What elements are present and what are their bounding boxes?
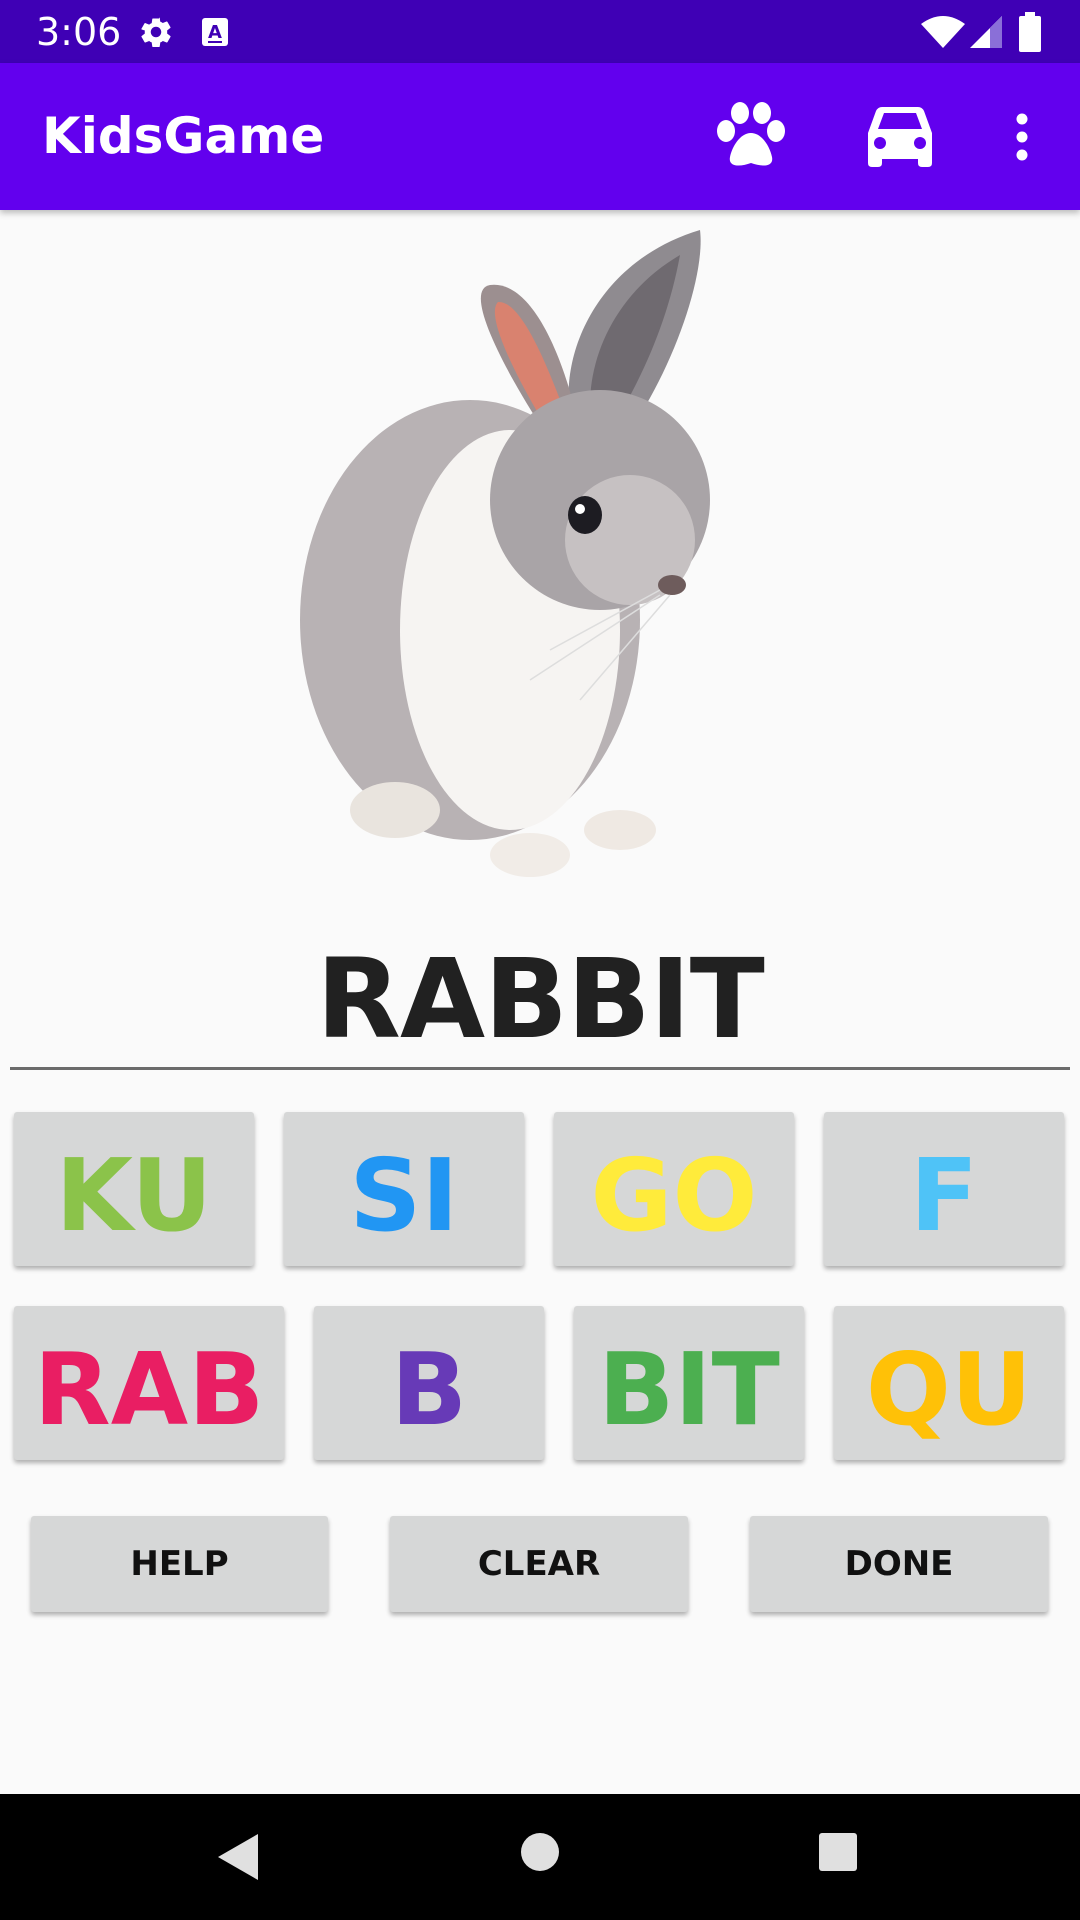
app-bar: KidsGame: [0, 63, 1080, 210]
home-icon[interactable]: [520, 1832, 560, 1872]
rabbit-image: [300, 230, 710, 877]
syllable-tile-label: RAB: [33, 1331, 265, 1448]
syllable-tile[interactable]: GO: [554, 1112, 794, 1266]
syllable-tile-label: KU: [55, 1137, 213, 1254]
syllable-tile-label: F: [909, 1137, 979, 1254]
navigation-bar: [0, 1794, 1080, 1920]
app-title: KidsGame: [42, 107, 325, 165]
help-button[interactable]: HELP: [31, 1516, 328, 1612]
syllable-tile-label: GO: [590, 1137, 758, 1254]
more-vert-icon[interactable]: [1012, 113, 1032, 161]
target-word: RABBIT: [316, 935, 764, 1063]
wifi-icon: [921, 16, 965, 48]
keyboard-a-icon: A: [202, 18, 228, 46]
syllable-tile[interactable]: B: [314, 1306, 544, 1460]
syllable-tile-label: BIT: [598, 1331, 780, 1448]
syllable-tile-label: QU: [865, 1331, 1033, 1448]
syllable-tile[interactable]: SI: [284, 1112, 524, 1266]
syllable-tile[interactable]: F: [824, 1112, 1064, 1266]
syllable-tile-label: SI: [349, 1137, 459, 1254]
status-time: 3:06: [36, 10, 122, 54]
syllable-tile[interactable]: QU: [834, 1306, 1064, 1460]
clear-button[interactable]: CLEAR: [390, 1516, 688, 1612]
syllable-tile[interactable]: RAB: [14, 1306, 284, 1460]
paw-icon[interactable]: [714, 101, 788, 171]
signal-icon: [970, 16, 1002, 48]
syllable-tile[interactable]: KU: [14, 1112, 254, 1266]
answer-divider: [10, 1067, 1070, 1070]
svg-text:A: A: [208, 22, 222, 43]
recents-icon[interactable]: [818, 1832, 858, 1872]
car-icon[interactable]: [866, 107, 934, 167]
done-button[interactable]: DONE: [750, 1516, 1048, 1612]
status-bar: 3:06 A: [0, 0, 1080, 63]
syllable-tile[interactable]: BIT: [574, 1306, 804, 1460]
back-icon[interactable]: [216, 1832, 260, 1882]
gear-icon: [141, 17, 171, 48]
syllable-tile-label: B: [390, 1331, 468, 1448]
battery-icon: [1019, 12, 1041, 52]
